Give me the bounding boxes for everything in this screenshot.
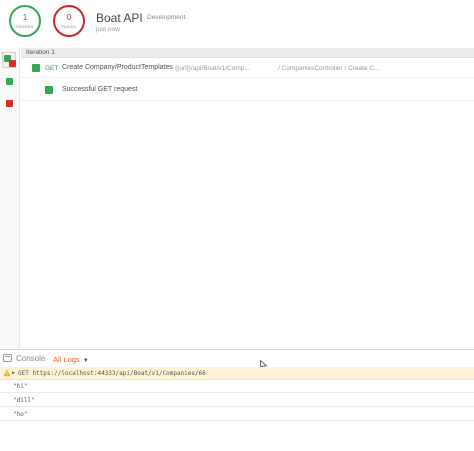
log-filter-dropdown[interactable]: All Logs ▼ xyxy=(53,355,89,364)
log-entry-request[interactable]: ▶ GET https://localhost:44333/api/Boat/v… xyxy=(0,367,474,380)
console-panel: Console All Logs ▼ ▶ GET https://localhos… xyxy=(0,349,474,451)
test-row: Successful GET request xyxy=(21,79,474,101)
warning-icon xyxy=(3,369,11,377)
environment-name: Development xyxy=(147,14,186,21)
request-row[interactable]: GET Create Company/ProductTemplates {{ur… xyxy=(21,59,474,78)
expand-icon[interactable]: ▶ xyxy=(12,370,15,376)
passed-count-badge: 1 PASSED xyxy=(9,5,41,37)
log-text: "hi" xyxy=(13,383,28,390)
run-summary: 1 PASSED 0 FAILED Boat API Development j… xyxy=(0,0,474,48)
log-text: "dill" xyxy=(13,397,35,404)
request-url: {{url}}/api/Boat/v1/Comp... xyxy=(175,65,250,72)
console-icon[interactable] xyxy=(3,354,12,362)
test-name: Successful GET request xyxy=(62,86,138,93)
chevron-down-icon: ▼ xyxy=(82,358,89,364)
failed-label: FAILED xyxy=(61,24,77,29)
request-pass-icon xyxy=(32,64,40,72)
log-entry: "ho" xyxy=(0,408,474,421)
log-text: GET https://localhost:44333/api/Boat/v1/… xyxy=(18,370,206,377)
iteration-header: Iteration 1 xyxy=(21,48,474,58)
rail-fail-marker xyxy=(9,60,16,67)
console-title[interactable]: Console xyxy=(16,354,45,363)
runner-window: 1 PASSED 0 FAILED Boat API Development j… xyxy=(0,0,474,451)
passed-count: 1 xyxy=(22,13,28,22)
log-entry: "hi" xyxy=(0,380,474,393)
log-filter-label: All Logs xyxy=(53,355,80,364)
run-timestamp: just now xyxy=(96,26,120,33)
failed-count-badge: 0 FAILED xyxy=(53,5,85,37)
log-entry: "dill" xyxy=(0,394,474,407)
iteration-rail xyxy=(0,48,20,348)
request-path: / CompaniesController / Create C... xyxy=(278,65,380,72)
request-name[interactable]: Create Company/ProductTemplates xyxy=(62,64,173,71)
collection-title: Boat API xyxy=(96,11,143,25)
request-method: GET xyxy=(45,65,59,72)
rail-pass-marker-2[interactable] xyxy=(6,78,13,85)
iteration-label: Iteration 1 xyxy=(26,49,55,56)
results-pane: Iteration 1 GET Create Company/ProductTe… xyxy=(21,48,474,348)
rail-fail-marker-2[interactable] xyxy=(6,100,13,107)
failed-count: 0 xyxy=(66,13,72,22)
console-toolbar: Console All Logs ▼ xyxy=(0,350,474,370)
log-text: "ho" xyxy=(13,411,28,418)
passed-label: PASSED xyxy=(16,24,34,29)
test-pass-icon xyxy=(45,86,53,94)
